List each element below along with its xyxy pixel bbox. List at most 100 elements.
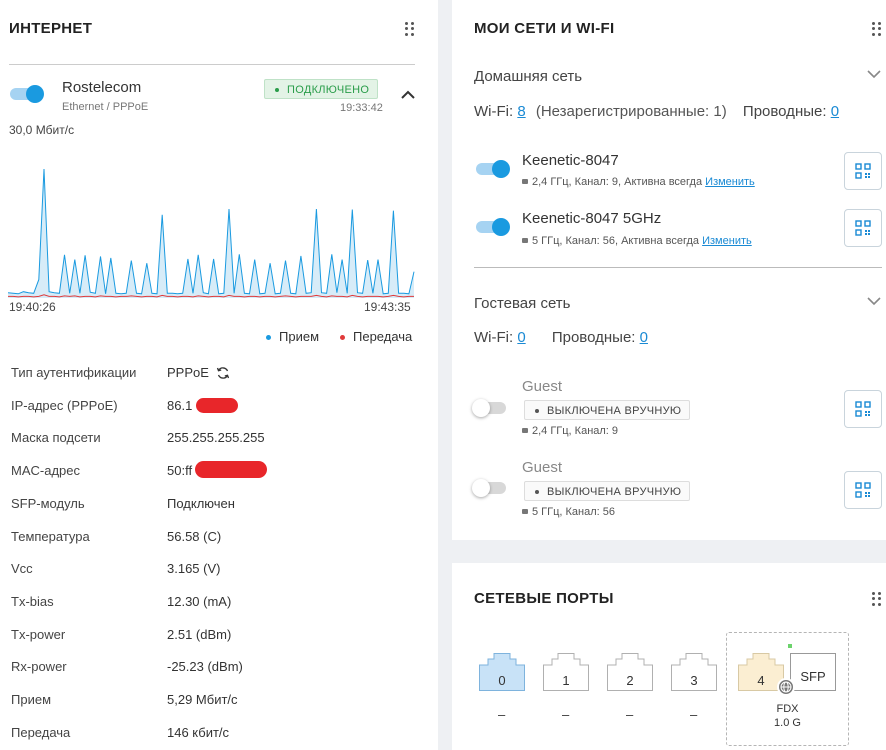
info-key: IP-адрес (PPPoE)	[11, 397, 118, 413]
qr-code-button[interactable]	[844, 209, 882, 247]
redaction-mark	[196, 398, 238, 413]
ssid-toggle[interactable]	[472, 399, 508, 417]
port-state: –	[690, 707, 698, 722]
lock-icon	[522, 509, 528, 514]
ssid-toggle[interactable]	[472, 479, 508, 497]
info-value: Подключен	[167, 495, 235, 511]
info-value: 2.51 (dBm)	[167, 626, 232, 642]
ssid-name: Guest	[522, 459, 563, 476]
status-dot-icon	[275, 88, 279, 92]
internet-toggle[interactable]	[8, 85, 44, 103]
sfp-link-led	[788, 644, 792, 648]
edit-link[interactable]: Изменить	[705, 176, 755, 188]
sfp-port-group[interactable]: 4 SFP FDX 1.0 G	[726, 632, 849, 746]
port-state: –	[562, 707, 570, 722]
port-2[interactable]: 2	[607, 653, 653, 691]
chevron-down-icon[interactable]	[867, 296, 881, 306]
qr-code-button[interactable]	[844, 390, 882, 428]
ssid-status-badge: ВЫКЛЮЧЕНА ВРУЧНУЮ	[524, 400, 691, 420]
chart-x-end: 19:43:35	[364, 300, 411, 314]
networks-title: МОИ СЕТИ И WI-FI	[474, 20, 615, 37]
info-key: Tx-bias	[11, 593, 54, 609]
info-key: Маска подсети	[11, 430, 101, 446]
provider-name: Rostelecom	[62, 79, 142, 96]
networks-card: МОИ СЕТИ И WI-FI Домашняя сеть Wi-Fi: 8 …	[452, 0, 886, 540]
ports-card: СЕТЕВЫЕ ПОРТЫ 0 1 2 3 – – – – 4 SFP FDX …	[452, 563, 886, 750]
status-dot-icon	[535, 409, 539, 413]
qr-code-button[interactable]	[844, 471, 882, 509]
status-dot-icon	[535, 490, 539, 494]
info-value: 56.58 (C)	[167, 528, 222, 544]
legend-tx: Передача	[340, 329, 412, 344]
provider-type: Ethernet / PPPoE	[62, 101, 149, 113]
home-wired-count-link[interactable]: 0	[831, 103, 839, 120]
qr-code-button[interactable]	[844, 152, 882, 190]
internet-card: ИНТЕРНЕТ Rostelecom Ethernet / PPPoE ПОД…	[0, 0, 438, 750]
ssid-toggle[interactable]	[474, 160, 510, 178]
legend-rx-dot-icon	[266, 335, 271, 341]
info-value: 5,29 Мбит/с	[167, 692, 238, 707]
guest-wired-count-link[interactable]: 0	[640, 329, 648, 346]
ssid-toggle[interactable]	[474, 218, 510, 236]
refresh-icon[interactable]	[216, 366, 230, 380]
chevron-down-icon[interactable]	[867, 69, 881, 79]
chevron-up-icon[interactable]	[401, 90, 415, 100]
ssid-name: Keenetic-8047	[522, 152, 619, 169]
ssid-details: 2,4 ГГц, Канал: 9	[522, 425, 618, 437]
port-1[interactable]: 1	[543, 653, 589, 691]
ssid-details: 2,4 ГГц, Канал: 9, Активна всегда Измени…	[522, 176, 755, 188]
info-key: Прием	[11, 692, 52, 707]
divider	[9, 64, 415, 65]
edit-link[interactable]: Изменить	[702, 235, 752, 247]
sfp-speed: 1.0 G	[774, 717, 801, 729]
connection-status-badge: ПОДКЛЮЧЕНО	[264, 79, 379, 99]
info-value: PPPoE	[167, 365, 209, 380]
info-value: -25.23 (dBm)	[167, 659, 243, 675]
traffic-chart	[8, 168, 415, 298]
guest-network-summary: Wi-Fi: 0 Проводные: 0	[474, 329, 648, 346]
drag-handle-icon[interactable]	[405, 22, 415, 36]
lock-icon	[522, 428, 528, 433]
legend-tx-dot-icon	[340, 335, 345, 341]
info-value: 255.255.255.255	[167, 430, 265, 446]
internet-title: ИНТЕРНЕТ	[9, 20, 93, 37]
chart-max-label: 30,0 Мбит/с	[9, 123, 75, 137]
ssid-status-badge: ВЫКЛЮЧЕНА ВРУЧНУЮ	[524, 481, 691, 501]
qr-code-icon	[855, 163, 871, 179]
info-key: Тип аутентификации	[11, 365, 137, 380]
unregistered-count: (Незарегистрированные: 1)	[535, 103, 727, 120]
ssid-details: 5 ГГц, Канал: 56, Активна всегда Изменит…	[522, 235, 752, 247]
ssid-details: 5 ГГц, Канал: 56	[522, 506, 615, 518]
ports-title: СЕТЕВЫЕ ПОРТЫ	[474, 590, 614, 607]
legend-rx: Прием	[266, 329, 319, 344]
info-value: 12.30 (mA)	[167, 593, 232, 609]
info-key: SFP-модуль	[11, 495, 85, 511]
drag-handle-icon[interactable]	[872, 592, 882, 606]
lock-icon	[522, 179, 528, 184]
info-key: Tx-power	[11, 626, 66, 642]
lock-icon	[522, 238, 528, 243]
guest-wifi-count-link[interactable]: 0	[517, 329, 525, 346]
chart-x-start: 19:40:26	[9, 300, 56, 314]
ssid-name: Keenetic-8047 5GHz	[522, 210, 662, 227]
drag-handle-icon[interactable]	[872, 22, 882, 36]
qr-code-icon	[855, 482, 871, 498]
guest-network-title: Гостевая сеть	[474, 295, 571, 312]
home-network-summary: Wi-Fi: 8 (Незарегистрированные: 1) Прово…	[474, 103, 840, 120]
port-3[interactable]: 3	[671, 653, 717, 691]
home-wifi-count-link[interactable]: 8	[517, 103, 525, 120]
qr-code-icon	[855, 220, 871, 236]
home-network-title: Домашняя сеть	[474, 68, 583, 85]
info-key: Передача	[11, 724, 71, 740]
info-key: Температура	[11, 528, 90, 544]
port-0[interactable]: 0	[479, 653, 525, 691]
sfp-port[interactable]: SFP	[788, 644, 836, 691]
info-key: MAC-адрес	[11, 463, 80, 479]
globe-icon	[777, 678, 795, 696]
info-value: 3.165 (V)	[167, 561, 221, 577]
info-value: 86.1	[167, 397, 193, 413]
info-key: Rx-power	[11, 659, 67, 675]
info-value: 146 кбит/с	[167, 724, 230, 740]
port-state: –	[498, 707, 506, 722]
connection-time: 19:33:42	[340, 102, 383, 114]
